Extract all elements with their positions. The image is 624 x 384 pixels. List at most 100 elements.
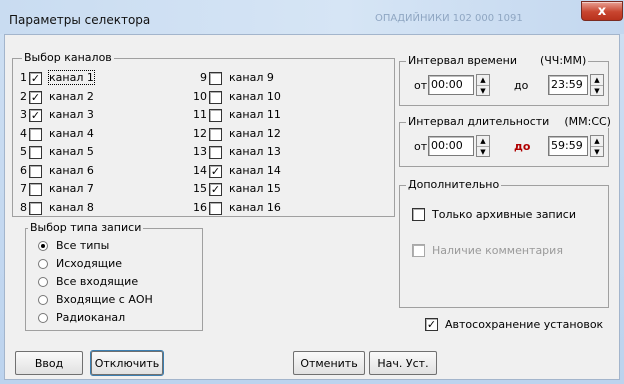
channel-label[interactable]: канал 4 — [49, 127, 94, 140]
channel-checkbox[interactable] — [209, 201, 222, 215]
spin-down-icon[interactable]: ▼ — [591, 85, 603, 95]
channel-label[interactable]: канал 1 — [48, 70, 95, 85]
enter-button[interactable]: Ввод — [15, 351, 83, 375]
title-bar[interactable]: Параметры селектора ОПАДИЙНИКИ 102 000 1… — [0, 0, 624, 34]
channel-checkbox[interactable]: ✓ — [209, 164, 222, 178]
spin-up-icon[interactable]: ▲ — [591, 75, 603, 85]
time-from-spinner[interactable]: ▲ ▼ — [476, 74, 490, 96]
channel-label[interactable]: канал 8 — [49, 201, 94, 214]
channel-number: 6 — [20, 163, 27, 177]
channels-group: Выбор каналов 1 ✓ канал 1 2 ✓ канал 2 3 ✓ канал … — [12, 51, 395, 217]
dialog-client: Выбор каналов 1 ✓ канал 1 2 ✓ канал 2 3 ✓ канал … — [4, 34, 620, 380]
additional-group: Дополнительно Только архивные записи Нал… — [399, 178, 609, 308]
channel-number: 12 — [193, 126, 207, 140]
duration-interval-title: Интервал длительности (ММ:СС) — [406, 115, 613, 128]
channel-checkbox[interactable]: ✓ — [29, 109, 42, 122]
channel-number: 2 — [20, 89, 27, 103]
duration-to-label: до — [514, 140, 531, 153]
time-interval-title: Интервал времени (ЧЧ:ММ) — [406, 54, 589, 67]
record-type-radio[interactable] — [38, 277, 48, 287]
channel-checkbox[interactable] — [29, 127, 42, 141]
channel-checkbox[interactable]: ✓ — [29, 90, 42, 104]
spin-down-icon[interactable]: ▼ — [477, 146, 489, 156]
channel-label[interactable]: канал 2 — [49, 90, 94, 103]
channel-checkbox[interactable] — [209, 146, 222, 159]
duration-to-spinner[interactable]: ▲ ▼ — [590, 135, 604, 157]
duration-to-field[interactable]: 59:59 — [548, 136, 588, 156]
record-type-radio[interactable] — [38, 241, 48, 251]
duration-interval-label: Интервал длительности — [408, 115, 550, 128]
disable-button[interactable]: Отключить — [90, 350, 164, 376]
channel-checkbox[interactable] — [209, 109, 222, 122]
channel-checkbox[interactable] — [29, 164, 42, 178]
channel-label[interactable]: канал 10 — [229, 90, 281, 103]
record-type-radio[interactable] — [38, 295, 48, 305]
channel-checkbox[interactable] — [209, 90, 222, 104]
close-button[interactable]: x — [581, 1, 623, 21]
channel-checkbox[interactable]: ✓ — [29, 72, 42, 85]
channel-number: 3 — [20, 108, 27, 121]
duration-from-spinner[interactable]: ▲ ▼ — [476, 135, 490, 157]
channel-checkbox[interactable] — [209, 72, 222, 85]
autosave-label[interactable]: Автосохранение установок — [445, 318, 603, 331]
channel-checkbox[interactable] — [209, 127, 222, 141]
duration-interval-format: (ММ:СС) — [564, 115, 611, 128]
channel-number: 13 — [193, 145, 207, 158]
channel-checkbox[interactable] — [29, 146, 42, 159]
channel-label[interactable]: канал 16 — [229, 201, 281, 214]
record-type-label[interactable]: Все входящие — [56, 275, 138, 288]
time-from-label: от — [414, 79, 428, 92]
channel-label[interactable]: канал 12 — [229, 127, 281, 140]
time-to-spinner[interactable]: ▲ ▼ — [590, 74, 604, 96]
channel-number: 8 — [20, 200, 27, 214]
time-from-field[interactable]: 00:00 — [428, 75, 474, 95]
archive-only-label[interactable]: Только архивные записи — [432, 208, 576, 221]
channel-number: 14 — [193, 163, 207, 177]
additional-group-title: Дополнительно — [406, 178, 502, 191]
channel-label[interactable]: канал 11 — [229, 108, 281, 121]
duration-from-field[interactable]: 00:00 — [428, 136, 474, 156]
duration-interval-group: Интервал длительности (ММ:СС) от 00:00 ▲… — [399, 115, 613, 167]
channel-checkbox[interactable] — [29, 183, 42, 196]
autosave-checkbox[interactable]: ✓ — [425, 318, 438, 331]
channel-label[interactable]: канал 13 — [229, 145, 281, 158]
channel-label[interactable]: канал 14 — [229, 164, 281, 177]
channels-group-title: Выбор каналов — [22, 51, 114, 64]
channel-checkbox[interactable] — [29, 201, 42, 215]
cancel-button[interactable]: Отменить — [293, 351, 365, 375]
channel-label[interactable]: канал 6 — [49, 164, 94, 177]
duration-from-label: от — [414, 140, 428, 153]
archive-only-checkbox[interactable] — [412, 208, 425, 221]
record-type-group-title: Выбор типа записи — [28, 221, 144, 234]
channel-number: 15 — [193, 182, 207, 195]
spin-up-icon[interactable]: ▲ — [591, 136, 603, 146]
dialog-window: Параметры селектора ОПАДИЙНИКИ 102 000 1… — [0, 0, 624, 384]
channel-label[interactable]: канал 15 — [229, 182, 281, 195]
channel-number: 1 — [20, 71, 27, 84]
record-type-radio[interactable] — [38, 259, 48, 269]
spin-up-icon[interactable]: ▲ — [477, 136, 489, 146]
time-to-field[interactable]: 23:59 — [548, 75, 588, 95]
channel-checkbox[interactable]: ✓ — [209, 183, 222, 196]
time-interval-label: Интервал времени — [408, 54, 517, 67]
time-to-label: до — [514, 79, 529, 92]
spin-down-icon[interactable]: ▼ — [477, 85, 489, 95]
record-type-label[interactable]: Все типы — [56, 239, 109, 252]
channel-label[interactable]: канал 5 — [49, 145, 94, 158]
channel-number: 4 — [20, 126, 27, 140]
spin-up-icon[interactable]: ▲ — [477, 75, 489, 85]
channel-number: 10 — [193, 89, 207, 103]
radio-selected-dot — [41, 244, 45, 248]
spin-down-icon[interactable]: ▼ — [591, 146, 603, 156]
defaults-button[interactable]: Нач. Уст. — [369, 351, 437, 375]
channel-number: 16 — [193, 200, 207, 214]
title-ghost-text: ОПАДИЙНИКИ 102 000 1091 — [375, 13, 523, 24]
record-type-label[interactable]: Исходящие — [56, 257, 122, 270]
channel-label[interactable]: канал 9 — [229, 71, 274, 84]
record-type-label[interactable]: Входящие с АОН — [56, 293, 153, 306]
record-type-label[interactable]: Радиоканал — [56, 311, 125, 324]
channel-label[interactable]: канал 7 — [49, 182, 94, 195]
record-type-radio[interactable] — [38, 313, 48, 323]
time-interval-format: (ЧЧ:ММ) — [539, 54, 587, 67]
channel-label[interactable]: канал 3 — [49, 108, 94, 121]
